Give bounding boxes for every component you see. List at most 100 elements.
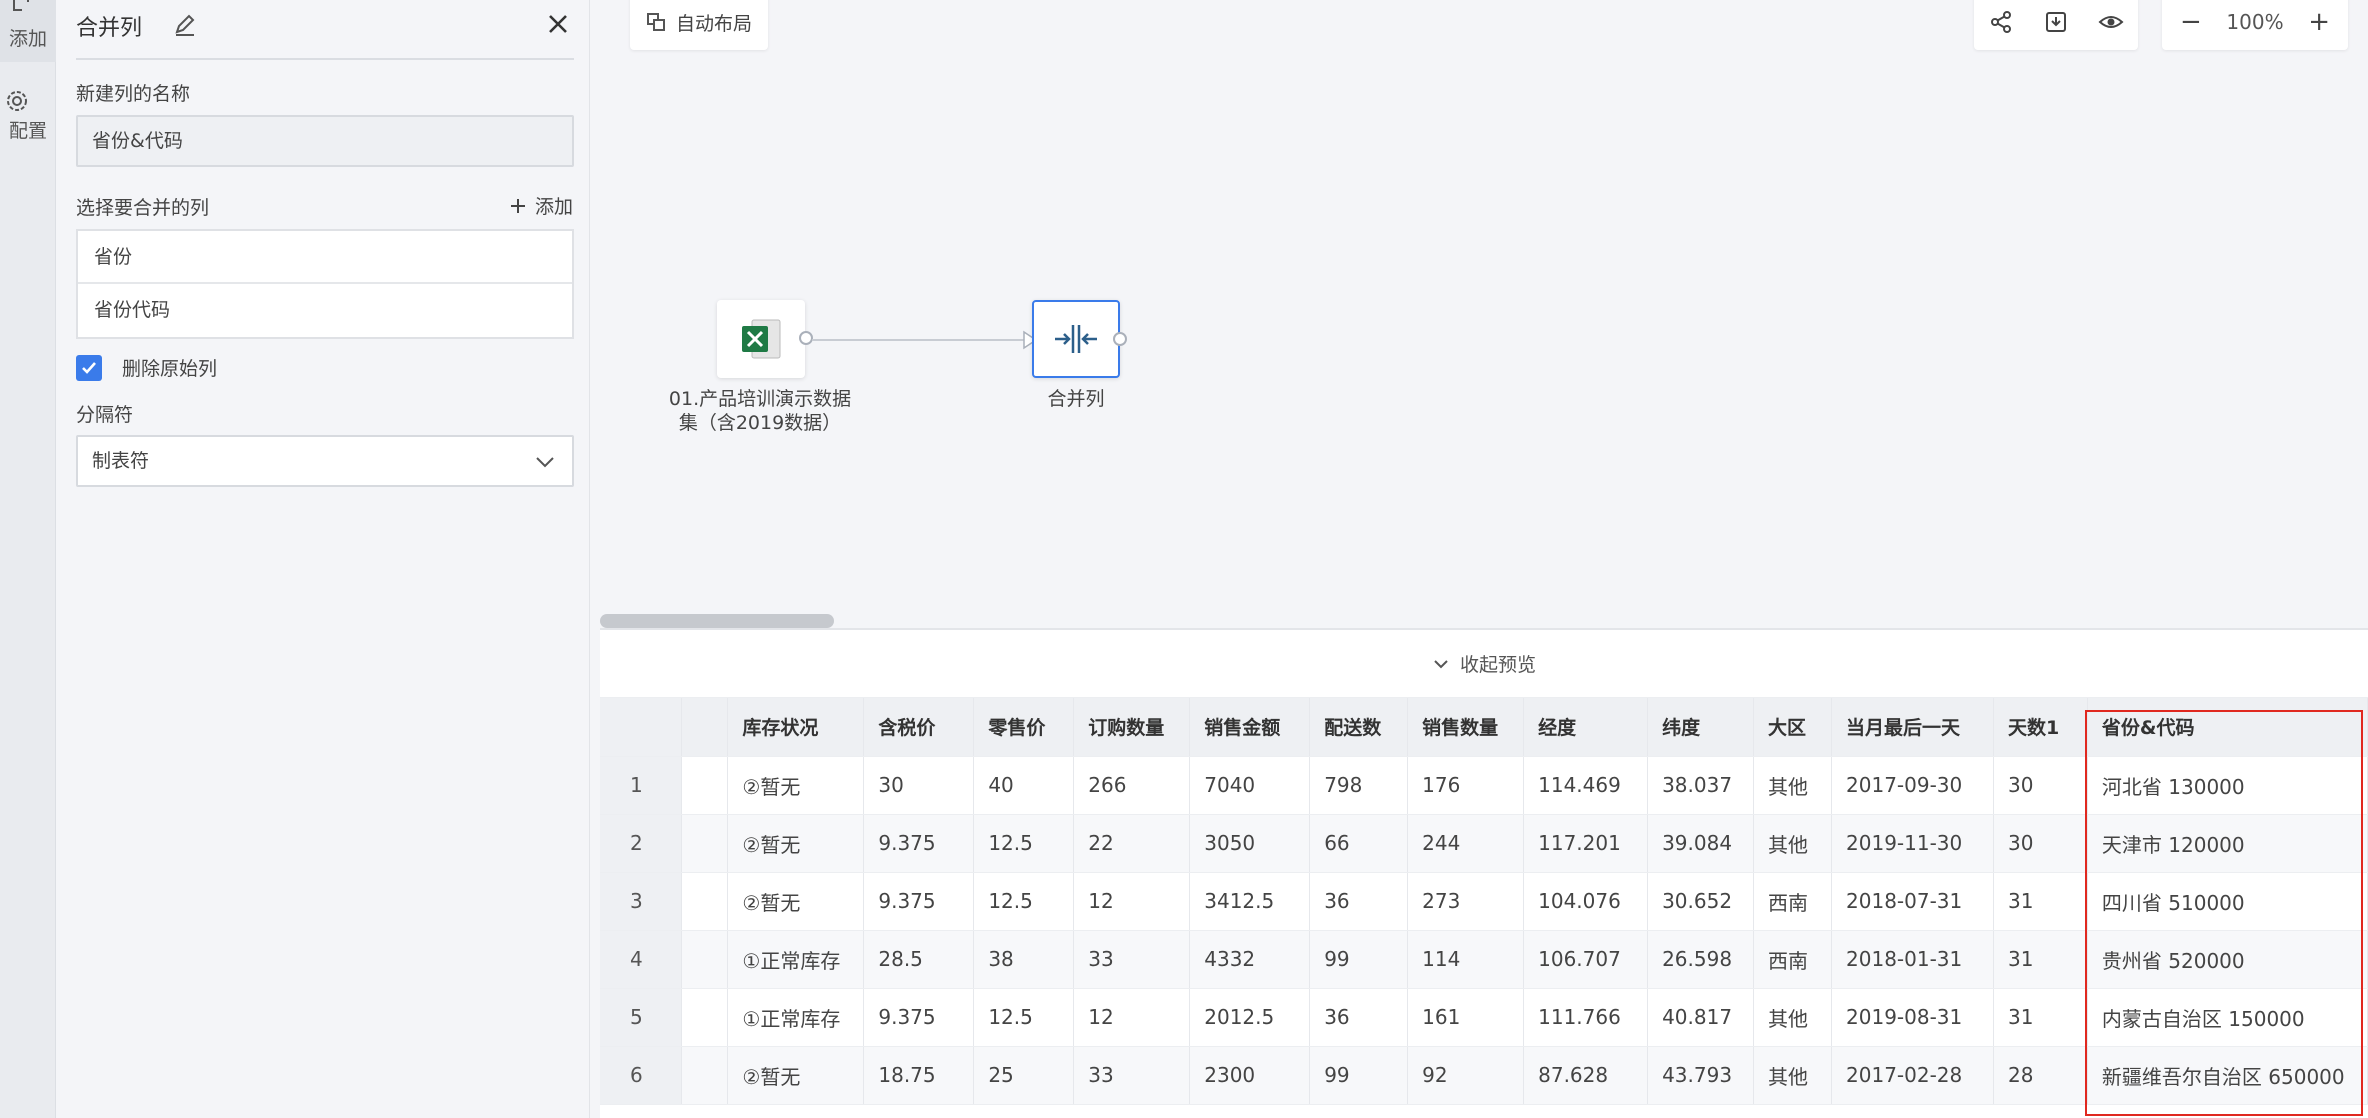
table-cell[interactable]: 其他 bbox=[1753, 756, 1833, 815]
flow-canvas[interactable]: 自动布局 − 100% + 01.产品培训演示数据 集（含2019数据） 合并列 bbox=[590, 0, 2368, 628]
table-cell[interactable]: 39.084 bbox=[1647, 814, 1755, 873]
table-cell[interactable]: 36 bbox=[1309, 872, 1409, 931]
table-cell[interactable] bbox=[681, 988, 729, 1047]
table-cell[interactable]: 104.076 bbox=[1523, 872, 1649, 931]
table-cell[interactable]: 2018-01-31 bbox=[1831, 930, 1994, 989]
table-cell[interactable]: 9.375 bbox=[863, 814, 975, 873]
table-cell[interactable]: 西南 bbox=[1753, 930, 1833, 989]
table-cell[interactable]: 31 bbox=[1993, 988, 2088, 1047]
auto-layout-button[interactable]: 自动布局 bbox=[630, 0, 768, 50]
merge-output-port[interactable] bbox=[1113, 332, 1127, 346]
table-cell[interactable]: 12 bbox=[1073, 988, 1191, 1047]
table-cell[interactable]: 12 bbox=[1073, 872, 1191, 931]
table-cell[interactable]: 114.469 bbox=[1523, 756, 1649, 815]
rail-add-button[interactable]: 添加 bbox=[0, 0, 56, 62]
column-header[interactable]: 经度 bbox=[1523, 698, 1649, 757]
table-cell[interactable]: 2300 bbox=[1189, 1046, 1311, 1105]
table-cell[interactable]: 2017-09-30 bbox=[1831, 756, 1994, 815]
table-row[interactable]: 2 ②暂无 9.375 12.5 22 3050 66 244 117.201 39.084 其他 2… bbox=[600, 814, 2368, 873]
table-cell[interactable]: 内蒙古自治区 150000 bbox=[2087, 988, 2368, 1047]
column-header[interactable]: 库存状况 bbox=[727, 698, 865, 757]
table-cell[interactable] bbox=[681, 814, 729, 873]
table-cell[interactable]: 2017-02-28 bbox=[1831, 1046, 1994, 1105]
table-cell[interactable]: 其他 bbox=[1753, 814, 1833, 873]
merge-column-node[interactable] bbox=[1032, 300, 1127, 378]
table-cell[interactable]: 30 bbox=[1993, 756, 2088, 815]
table-cell[interactable]: ②暂无 bbox=[727, 756, 865, 815]
table-cell[interactable]: 26.598 bbox=[1647, 930, 1755, 989]
column-header[interactable]: 订购数量 bbox=[1073, 698, 1191, 757]
table-cell[interactable]: 161 bbox=[1407, 988, 1525, 1047]
table-cell[interactable]: 31 bbox=[1993, 872, 2088, 931]
table-cell[interactable]: 43.793 bbox=[1647, 1046, 1755, 1105]
table-cell[interactable]: 9.375 bbox=[863, 872, 975, 931]
column-header[interactable]: 配送数 bbox=[1309, 698, 1409, 757]
table-cell[interactable]: 其他 bbox=[1753, 988, 1833, 1047]
table-cell[interactable]: 40.817 bbox=[1647, 988, 1755, 1047]
table-cell[interactable]: 38.037 bbox=[1647, 756, 1755, 815]
column-header[interactable]: 零售价 bbox=[973, 698, 1075, 757]
table-cell[interactable]: 117.201 bbox=[1523, 814, 1649, 873]
table-cell[interactable]: 798 bbox=[1309, 756, 1409, 815]
table-cell[interactable]: 新疆维吾尔自治区 650000 bbox=[2087, 1046, 2368, 1105]
table-cell[interactable] bbox=[681, 1046, 729, 1105]
table-cell[interactable]: 河北省 130000 bbox=[2087, 756, 2368, 815]
table-cell[interactable]: ②暂无 bbox=[727, 814, 865, 873]
table-cell[interactable]: 40 bbox=[973, 756, 1075, 815]
add-column-button[interactable]: 添加 bbox=[509, 192, 573, 219]
table-cell[interactable]: 33 bbox=[1073, 1046, 1191, 1105]
table-cell[interactable]: 99 bbox=[1309, 930, 1409, 989]
table-cell[interactable]: 9.375 bbox=[863, 988, 975, 1047]
table-cell[interactable]: 2019-08-31 bbox=[1831, 988, 1994, 1047]
table-cell[interactable]: 31 bbox=[1993, 930, 2088, 989]
table-cell[interactable]: ②暂无 bbox=[727, 1046, 865, 1105]
table-cell[interactable]: 12.5 bbox=[973, 814, 1075, 873]
table-cell[interactable]: 66 bbox=[1309, 814, 1409, 873]
table-cell[interactable]: 2019-11-30 bbox=[1831, 814, 1994, 873]
table-row[interactable]: 1 ②暂无 30 40 266 7040 798 176 114.469 38.037 其他 2017… bbox=[600, 756, 2368, 815]
table-cell[interactable]: ①正常库存 bbox=[727, 930, 865, 989]
column-header[interactable]: 销售金额 bbox=[1189, 698, 1311, 757]
table-cell[interactable]: ①正常库存 bbox=[727, 988, 865, 1047]
column-header[interactable]: 含税价 bbox=[863, 698, 975, 757]
table-cell[interactable] bbox=[681, 872, 729, 931]
table-cell[interactable]: ②暂无 bbox=[727, 872, 865, 931]
table-cell[interactable]: 28 bbox=[1993, 1046, 2088, 1105]
table-cell[interactable]: 176 bbox=[1407, 756, 1525, 815]
share-icon[interactable] bbox=[1988, 9, 2014, 35]
table-cell[interactable]: 273 bbox=[1407, 872, 1525, 931]
table-cell[interactable] bbox=[681, 756, 729, 815]
table-row[interactable]: 3 ②暂无 9.375 12.5 12 3412.5 36 273 104.076 30.652 西… bbox=[600, 872, 2368, 931]
table-cell[interactable]: 7040 bbox=[1189, 756, 1311, 815]
table-cell[interactable]: 3050 bbox=[1189, 814, 1311, 873]
table-row[interactable]: 6 ②暂无 18.75 25 33 2300 99 92 87.628 43.793 其他 2017-… bbox=[600, 1046, 2368, 1105]
table-cell[interactable]: 其他 bbox=[1753, 1046, 1833, 1105]
table-cell[interactable]: 12.5 bbox=[973, 872, 1075, 931]
table-cell[interactable]: 2012.5 bbox=[1189, 988, 1311, 1047]
table-row[interactable]: 4 ①正常库存 28.5 38 33 4332 99 114 106.707 26.598 西南 20… bbox=[600, 930, 2368, 989]
table-cell[interactable]: 4332 bbox=[1189, 930, 1311, 989]
table-row[interactable]: 5 ①正常库存 9.375 12.5 12 2012.5 36 161 111.766 40.81… bbox=[600, 988, 2368, 1047]
table-cell[interactable]: 266 bbox=[1073, 756, 1191, 815]
table-cell[interactable]: 87.628 bbox=[1523, 1046, 1649, 1105]
table-cell[interactable]: 西南 bbox=[1753, 872, 1833, 931]
close-icon[interactable] bbox=[544, 10, 572, 38]
table-cell[interactable]: 28.5 bbox=[863, 930, 975, 989]
column-header[interactable]: 纬度 bbox=[1647, 698, 1755, 757]
new-column-name-input[interactable]: 省份&代码 bbox=[76, 115, 574, 167]
table-cell[interactable]: 12.5 bbox=[973, 988, 1075, 1047]
column-header[interactable]: 天数1 bbox=[1993, 698, 2088, 757]
table-cell[interactable]: 30 bbox=[863, 756, 975, 815]
table-cell[interactable]: 四川省 510000 bbox=[2087, 872, 2368, 931]
table-cell[interactable]: 92 bbox=[1407, 1046, 1525, 1105]
table-cell[interactable]: 25 bbox=[973, 1046, 1075, 1105]
table-cell[interactable]: 贵州省 520000 bbox=[2087, 930, 2368, 989]
table-cell[interactable]: 22 bbox=[1073, 814, 1191, 873]
eye-icon[interactable] bbox=[2098, 9, 2124, 35]
table-cell[interactable]: 106.707 bbox=[1523, 930, 1649, 989]
column-header[interactable]: 销售数量 bbox=[1407, 698, 1525, 757]
table-cell[interactable]: 111.766 bbox=[1523, 988, 1649, 1047]
canvas-horizontal-scrollbar[interactable] bbox=[600, 614, 834, 628]
column-header[interactable] bbox=[681, 698, 729, 757]
source-node[interactable] bbox=[717, 300, 813, 378]
